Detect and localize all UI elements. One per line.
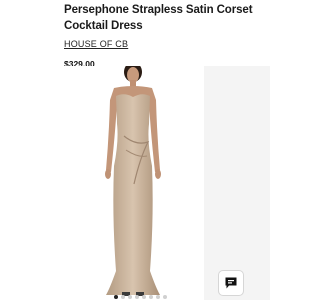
- product-image-gallery[interactable]: [64, 62, 300, 300]
- brand-link[interactable]: HOUSE OF CB: [64, 38, 128, 50]
- product-photo[interactable]: [64, 62, 204, 296]
- carousel-dot[interactable]: [163, 295, 167, 299]
- next-photo-preview[interactable]: [204, 66, 270, 300]
- carousel-dot[interactable]: [156, 295, 160, 299]
- chat-button[interactable]: [218, 270, 244, 296]
- product-title: Persephone Strapless Satin Corset Cockta…: [64, 2, 300, 34]
- dress-model-image: [105, 62, 161, 296]
- carousel-dot[interactable]: [121, 295, 125, 299]
- carousel-dot[interactable]: [135, 295, 139, 299]
- carousel-dots[interactable]: [114, 295, 167, 300]
- carousel-dot[interactable]: [149, 295, 153, 299]
- product-title-line-1: Persephone Strapless Satin Corset: [64, 4, 253, 16]
- product-title-line-2: Cocktail Dress: [64, 20, 143, 32]
- carousel-dot[interactable]: [142, 295, 146, 299]
- carousel-dot[interactable]: [128, 295, 132, 299]
- chat-icon: [225, 277, 237, 289]
- carousel-dot[interactable]: [114, 295, 118, 299]
- product-header: Persephone Strapless Satin Corset Cockta…: [64, 2, 300, 70]
